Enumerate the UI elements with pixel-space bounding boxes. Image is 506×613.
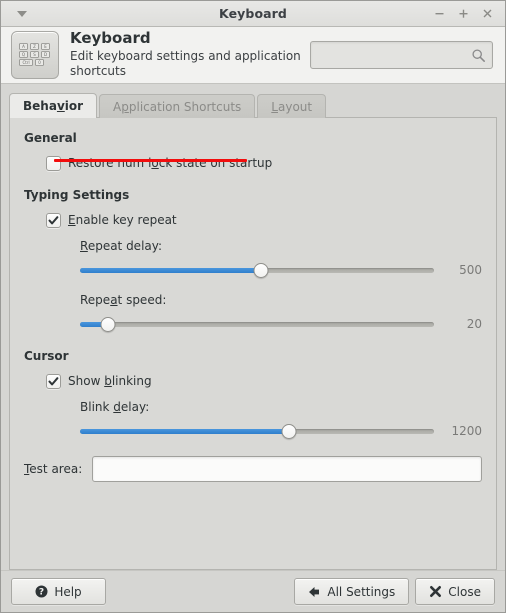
chevron-down-icon [17, 10, 27, 17]
slider-handle[interactable] [100, 316, 116, 332]
close-cross-icon [429, 585, 442, 598]
slider-fill [80, 428, 289, 434]
dialog-header: A Z E Q S D Ctrl 0 Keyboard Edit keyboar… [1, 27, 505, 84]
slider-handle[interactable] [281, 423, 297, 439]
enable-key-repeat-checkbox[interactable] [46, 212, 61, 228]
all-settings-button-label: All Settings [327, 584, 396, 599]
slider-handle[interactable] [253, 262, 269, 278]
keyboard-icon: A Z E Q S D Ctrl 0 [11, 31, 59, 79]
tab-layout-label: Layout [271, 99, 313, 114]
test-area-row: Test area: [24, 456, 482, 482]
enable-key-repeat-row[interactable]: Enable key repeat [46, 211, 482, 229]
minimize-button[interactable] [428, 3, 450, 25]
minimize-icon [435, 13, 443, 15]
help-button-label: Help [54, 584, 82, 599]
tab-application-shortcuts[interactable]: Application Shortcuts [99, 94, 256, 118]
blink-delay-value: 1200 [451, 424, 482, 438]
window-menu-button[interactable] [3, 1, 41, 26]
blink-delay-label: Blink delay: [80, 400, 150, 414]
restore-numlock-checkbox[interactable] [46, 155, 61, 171]
back-arrow-icon [308, 586, 321, 598]
svg-text:?: ? [39, 588, 44, 598]
repeat-speed-value: 20 [466, 317, 482, 331]
repeat-delay-group: Repeat delay: 500 Repeat speed: 20 [80, 239, 482, 333]
restore-numlock-row[interactable]: Restore num lock state on startup [46, 154, 482, 172]
help-button[interactable]: ? Help [11, 578, 106, 605]
close-window-button[interactable] [476, 3, 498, 25]
keyboard-glyph: A Z E Q S D Ctrl 0 [19, 43, 50, 66]
repeat-delay-slider[interactable] [80, 261, 434, 279]
show-blinking-label: Show blinking [68, 374, 152, 388]
blink-delay-slider[interactable] [80, 422, 434, 440]
all-settings-button[interactable]: All Settings [294, 578, 410, 605]
page-title: Keyboard [70, 29, 151, 48]
keyboard-settings-window: Keyboard A Z E Q S D Ctrl 0 Keyboard Edi… [0, 0, 506, 613]
repeat-delay-value: 500 [459, 263, 482, 277]
plus-icon [459, 9, 467, 18]
typing-settings-title: Typing Settings [24, 188, 130, 202]
tab-behavior[interactable]: Behavior [9, 93, 98, 118]
window-controls [428, 3, 505, 25]
titlebar: Keyboard [1, 1, 505, 27]
svg-text:Z: Z [33, 44, 36, 49]
action-bar: ? Help All Settings Close [1, 570, 505, 612]
behavior-panel: General Restore num lock state on startu… [9, 117, 497, 570]
checkmark-icon [48, 376, 59, 385]
repeat-speed-label: Repeat speed: [80, 293, 167, 307]
show-blinking-checkbox[interactable] [46, 373, 61, 389]
checkmark-icon [48, 215, 59, 224]
slider-track [80, 321, 434, 327]
cursor-section: Cursor Show blinking Blink delay: 1200 [24, 349, 482, 440]
repeat-speed-slider-row: 20 [80, 315, 482, 333]
repeat-delay-label: Repeat delay: [80, 239, 163, 253]
repeat-speed-slider[interactable] [80, 315, 434, 333]
tab-behavior-label: Behavior [23, 99, 84, 113]
search-icon [471, 48, 486, 63]
blink-delay-slider-row: 1200 [80, 422, 482, 440]
svg-text:Q: Q [22, 52, 25, 57]
svg-text:S: S [33, 52, 36, 57]
blink-delay-group: Blink delay: 1200 [80, 400, 482, 440]
test-area-label: Test area: [24, 462, 83, 476]
maximize-button[interactable] [452, 3, 474, 25]
close-button[interactable]: Close [415, 578, 495, 605]
repeat-delay-slider-row: 500 [80, 261, 482, 279]
tab-application-shortcuts-label: Application Shortcuts [113, 99, 242, 114]
svg-text:0: 0 [38, 60, 41, 65]
tab-layout[interactable]: Layout [257, 94, 327, 118]
svg-text:D: D [44, 52, 47, 57]
header-text: Keyboard Edit keyboard settings and appl… [70, 30, 302, 79]
search-input[interactable] [317, 47, 471, 63]
close-icon [483, 9, 491, 18]
svg-text:A: A [22, 44, 25, 49]
cursor-section-title: Cursor [24, 349, 69, 363]
svg-text:Ctrl: Ctrl [22, 60, 29, 65]
show-blinking-row[interactable]: Show blinking [46, 372, 482, 390]
general-section-title: General [24, 131, 77, 145]
general-section: General Restore num lock state on startu… [24, 131, 482, 172]
restore-numlock-label: Restore num lock state on startup [68, 156, 273, 170]
slider-fill [80, 267, 261, 273]
notebook: Behavior Application Shortcuts Layout Ge… [1, 84, 505, 570]
enable-key-repeat-label: Enable key repeat [68, 213, 177, 227]
typing-settings-section: Typing Settings Enable key repeat Repeat… [24, 188, 482, 333]
page-subtitle: Edit keyboard settings and application s… [70, 48, 301, 79]
search-box[interactable] [310, 41, 493, 69]
help-circle-icon: ? [35, 585, 48, 598]
test-area-input[interactable] [92, 456, 482, 482]
close-button-label: Close [448, 584, 481, 599]
tab-bar: Behavior Application Shortcuts Layout [9, 92, 497, 118]
